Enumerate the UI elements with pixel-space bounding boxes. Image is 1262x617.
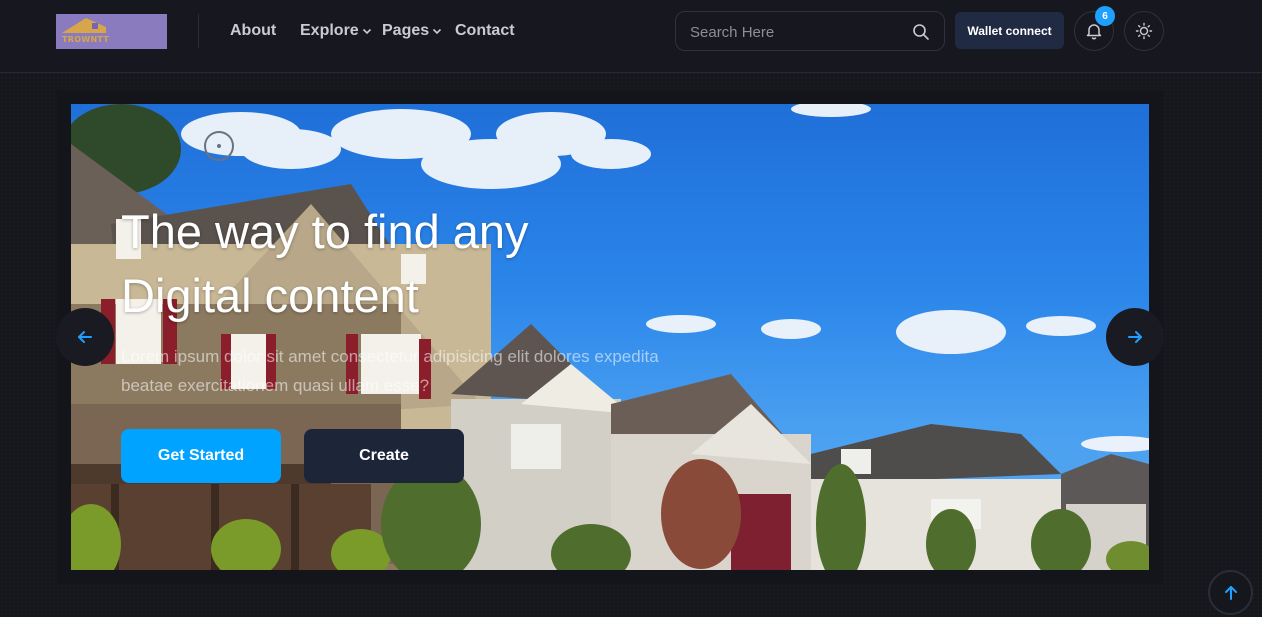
header-divider xyxy=(198,14,199,48)
nav-explore[interactable]: Explore xyxy=(300,20,372,42)
chevron-down-icon xyxy=(433,28,442,35)
notification-count-badge: 6 xyxy=(1095,6,1115,26)
nav-pages-label: Pages xyxy=(382,22,430,39)
site-header: TROWNTT About Explore Pages Contact Wall… xyxy=(0,0,1262,73)
nav-about-label: About xyxy=(230,22,277,39)
theme-toggle-button[interactable] xyxy=(1124,11,1164,51)
nav-about[interactable]: About xyxy=(230,20,276,42)
get-started-button[interactable]: Get Started xyxy=(121,429,281,483)
arrow-right-icon xyxy=(1128,331,1142,343)
search-box xyxy=(675,11,945,51)
nav-contact-label: Contact xyxy=(455,22,515,39)
wallet-connect-button[interactable]: Wallet connect xyxy=(955,12,1064,49)
scroll-to-top-button[interactable] xyxy=(1208,570,1253,615)
slider-prev-button[interactable] xyxy=(56,308,114,366)
suburban-houses-image xyxy=(71,104,1149,570)
logo-text: TROWNTT xyxy=(62,35,110,44)
arrow-up-icon xyxy=(1224,585,1237,600)
arrow-left-icon xyxy=(78,331,92,343)
slider-next-button[interactable] xyxy=(1106,308,1164,366)
sun-icon xyxy=(1135,22,1153,40)
search-icon[interactable] xyxy=(912,23,930,41)
chevron-down-icon xyxy=(362,28,371,35)
search-input[interactable] xyxy=(690,21,900,43)
hero-title: The way to find any Digital content xyxy=(121,205,529,322)
create-button[interactable]: Create xyxy=(304,429,464,483)
nav-pages[interactable]: Pages xyxy=(382,20,442,42)
hero-slide xyxy=(71,104,1149,570)
site-logo[interactable]: TROWNTT xyxy=(56,14,167,49)
nav-explore-label: Explore xyxy=(300,22,359,39)
hero-subtitle: Lorem ipsum dolor sit amet consectetur a… xyxy=(121,347,659,395)
nav-contact[interactable]: Contact xyxy=(455,20,515,42)
